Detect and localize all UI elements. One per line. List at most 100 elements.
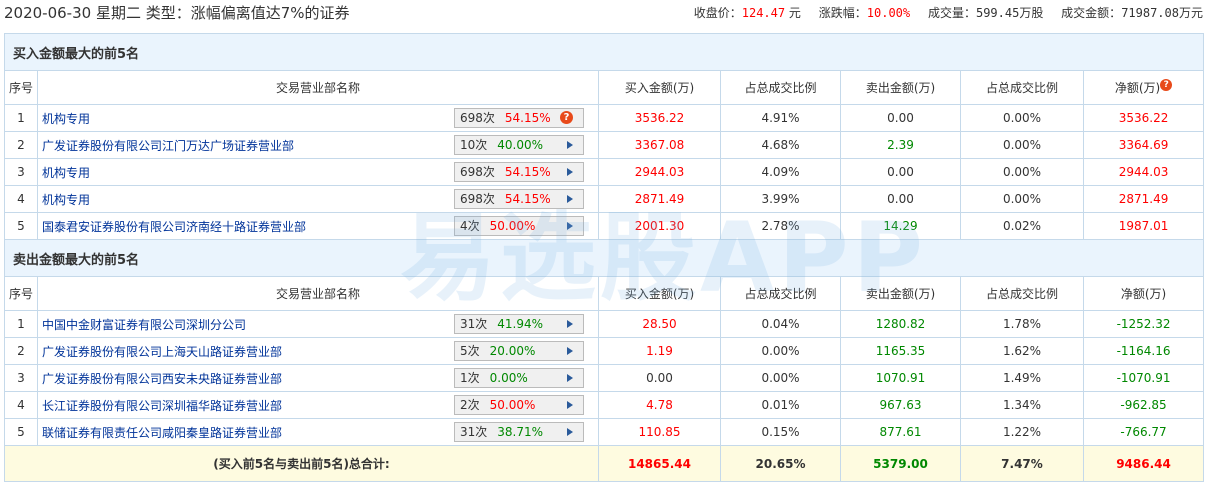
broker-link[interactable]: 中国中金财富证券有限公司深圳分公司 (42, 318, 246, 332)
sell-pct: 1.22% (960, 418, 1084, 446)
column-header: 买入金额(万) (598, 276, 721, 311)
total-buy-pct: 20.65% (720, 445, 841, 482)
column-header: 卖出金额(万) (840, 70, 961, 105)
total-sell-pct: 7.47% (960, 445, 1084, 482)
times: 2次 (460, 398, 480, 412)
times: 31次 (460, 425, 488, 439)
broker-link[interactable]: 长江证券股份有限公司深圳福华路证券营业部 (42, 399, 282, 413)
win-rate: 54.15% (504, 111, 551, 125)
broker-stats-button[interactable]: 698次 54.15% (454, 162, 584, 182)
expand-arrow-icon[interactable] (567, 374, 573, 382)
column-header: 净额(万)? (1082, 70, 1205, 105)
column-header: 占总成交比例 (720, 70, 841, 105)
times: 698次 (460, 165, 495, 179)
sell-pct: 0.00% (960, 104, 1084, 132)
times: 1次 (460, 371, 480, 385)
broker-link[interactable]: 联储证券有限责任公司咸阳秦皇路证券营业部 (42, 426, 282, 440)
column-header: 交易营业部名称 (37, 70, 599, 105)
net-amount: -766.77 (1082, 418, 1205, 446)
buy-amount: 3536.22 (598, 104, 721, 132)
stock-stats: 收盘价：124.47 元 涨跌幅：10.00% 成交量：599.45万股 成交金… (680, 4, 1203, 21)
expand-arrow-icon[interactable] (567, 168, 573, 176)
column-header: 占总成交比例 (960, 276, 1084, 311)
expand-arrow-icon[interactable] (567, 401, 573, 409)
sell-amount: 967.63 (840, 391, 961, 419)
net-amount: -1070.91 (1082, 364, 1205, 392)
sell-pct: 0.02% (960, 212, 1084, 240)
expand-arrow-icon[interactable] (567, 428, 573, 436)
broker-stats-button[interactable]: 5次 20.00% (454, 341, 584, 361)
sell-amount: 14.29 (840, 212, 961, 240)
row-number: 3 (4, 364, 38, 392)
sell-pct: 0.00% (960, 158, 1084, 186)
table-row: 4 长江证券股份有限公司深圳福华路证券营业部 2次 50.00% 4.78 0.0… (4, 391, 1205, 419)
sell-pct: 1.34% (960, 391, 1084, 419)
amt-label: 成交金额： (1061, 6, 1122, 20)
expand-arrow-icon[interactable] (567, 347, 573, 355)
broker-stats-button[interactable]: 698次 54.15%? (454, 108, 584, 128)
table-row: 5 联储证券有限责任公司咸阳秦皇路证券营业部 31次 38.71% 110.85 … (4, 418, 1205, 446)
sell-pct: 0.00% (960, 185, 1084, 213)
broker-stats-button[interactable]: 10次 40.00% (454, 135, 584, 155)
times: 698次 (460, 192, 495, 206)
broker-stats-button[interactable]: 2次 50.00% (454, 395, 584, 415)
sell-amount: 2.39 (840, 131, 961, 159)
expand-arrow-icon[interactable] (567, 141, 573, 149)
win-rate: 20.00% (489, 344, 536, 358)
expand-arrow-icon[interactable] (567, 222, 573, 230)
win-rate: 54.15% (504, 165, 551, 179)
expand-arrow-icon[interactable] (567, 320, 573, 328)
table-row: 1 机构专用 698次 54.15%? 3536.22 4.91% 0.00 0.… (4, 104, 1205, 132)
vol-label: 成交量： (927, 6, 976, 20)
sell-amount: 0.00 (840, 185, 961, 213)
broker-link[interactable]: 机构专用 (42, 193, 90, 207)
broker-stats-button[interactable]: 698次 54.15% (454, 189, 584, 209)
net-amount: 3536.22 (1082, 104, 1205, 132)
broker-stats-button[interactable]: 31次 38.71% (454, 422, 584, 442)
help-icon[interactable]: ? (1160, 79, 1173, 91)
lhb-table: 买入金额最大的前5名 序号 交易营业部名称 买入金额(万) 占总成交比例 卖出金额(万) 占… (3, 33, 1205, 482)
broker-stats-button[interactable]: 31次 41.94% (454, 314, 584, 334)
table-row: 3 广发证券股份有限公司西安未央路证券营业部 1次 0.00% 0.00 0.00… (4, 364, 1205, 392)
broker-link[interactable]: 广发证券股份有限公司江门万达广场证券营业部 (42, 139, 294, 153)
broker-link[interactable]: 广发证券股份有限公司西安未央路证券营业部 (42, 372, 282, 386)
times: 10次 (460, 138, 488, 152)
broker-link[interactable]: 机构专用 (42, 112, 90, 126)
column-header: 序号 (4, 70, 38, 105)
buy-section-title: 买入金额最大的前5名 (3, 33, 1205, 71)
win-rate: 0.00% (489, 371, 528, 385)
net-amount: 3364.69 (1082, 131, 1205, 159)
times: 4次 (460, 219, 480, 233)
sell-section-title: 卖出金额最大的前5名 (3, 239, 1205, 277)
sell-pct: 1.49% (960, 364, 1084, 392)
column-header: 买入金额(万) (598, 70, 721, 105)
broker-link[interactable]: 国泰君安证券股份有限公司济南经十路证券营业部 (42, 220, 306, 234)
broker-link[interactable]: 机构专用 (42, 166, 90, 180)
sell-pct: 1.78% (960, 310, 1084, 338)
sell-amount: 0.00 (840, 158, 961, 186)
buy-pct: 0.04% (720, 310, 841, 338)
close-unit: 元 (785, 6, 801, 20)
buy-pct: 4.91% (720, 104, 841, 132)
row-number: 1 (4, 104, 38, 132)
total-row: (买入前5名与卖出前5名)总合计: 14865.44 20.65% 5379.0… (4, 445, 1205, 482)
buy-amount: 4.78 (598, 391, 721, 419)
table-row: 3 机构专用 698次 54.15% 2944.03 4.09% 0.00 0.0… (4, 158, 1205, 186)
sell-amount: 0.00 (840, 104, 961, 132)
total-net: 9486.44 (1082, 445, 1205, 482)
column-header: 交易营业部名称 (37, 276, 599, 311)
buy-amount: 2001.30 (598, 212, 721, 240)
buy-pct: 0.01% (720, 391, 841, 419)
broker-stats-button[interactable]: 4次 50.00% (454, 216, 584, 236)
help-icon[interactable]: ? (560, 111, 573, 124)
buy-pct: 0.00% (720, 364, 841, 392)
column-header: 序号 (4, 276, 38, 311)
win-rate: 54.15% (504, 192, 551, 206)
column-header-row: 序号 交易营业部名称 买入金额(万) 占总成交比例 卖出金额(万) 占总成交比例 净额(万) (4, 276, 1205, 311)
broker-link[interactable]: 广发证券股份有限公司上海天山路证券营业部 (42, 345, 282, 359)
broker-stats-button[interactable]: 1次 0.00% (454, 368, 584, 388)
amount: 71987.08万元 (1121, 6, 1203, 20)
row-number: 1 (4, 310, 38, 338)
expand-arrow-icon[interactable] (567, 195, 573, 203)
total-sell: 5379.00 (840, 445, 961, 482)
